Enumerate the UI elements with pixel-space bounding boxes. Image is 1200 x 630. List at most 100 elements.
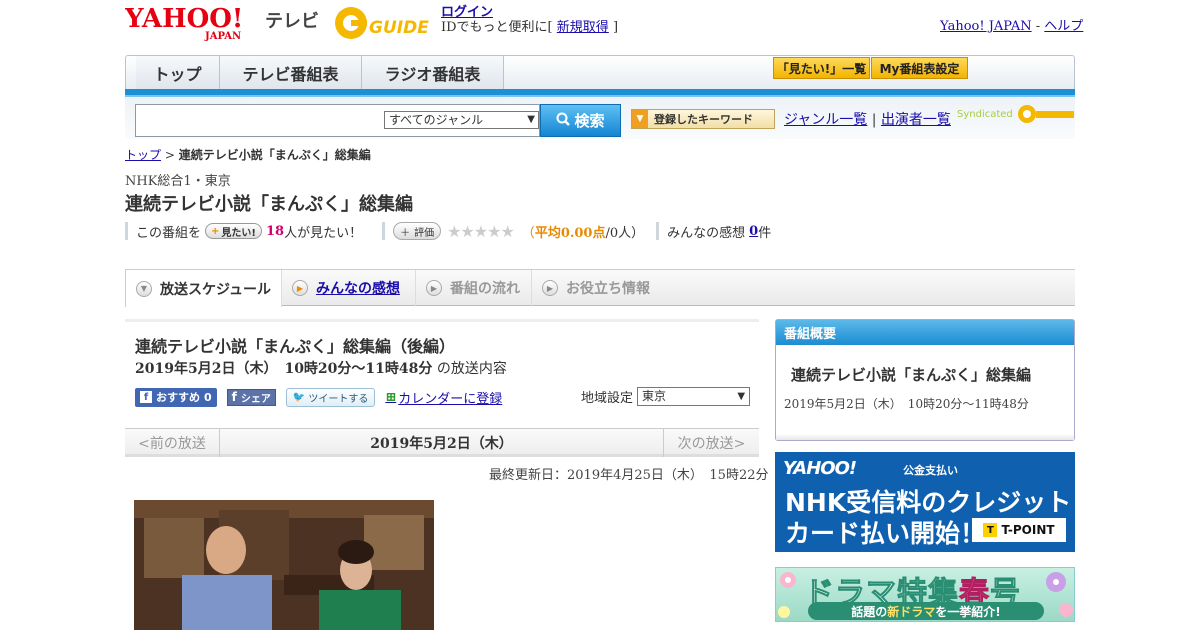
mitai-prefix: この番組を bbox=[136, 225, 202, 241]
avg-open: （ bbox=[521, 225, 535, 241]
ad-tag: 公金支払い bbox=[903, 464, 958, 477]
facebook-icon: f bbox=[140, 391, 152, 403]
episode-datetime: 2019年5月2日（木） 10時20分～11時48分 bbox=[135, 361, 433, 377]
rate-button[interactable]: ＋評価 bbox=[393, 222, 442, 240]
tpoint-badge: T T-POINT bbox=[972, 518, 1066, 542]
breadcrumb-sep: > bbox=[161, 148, 179, 162]
nhk-credit-ad-banner[interactable]: YAHOO! 公金支払い NHK受信料のクレジット カード払い開始！ T T-P… bbox=[775, 452, 1075, 552]
kansou-prefix: みんなの感想 bbox=[667, 225, 746, 241]
my-bangumi-button[interactable]: My番組表設定 bbox=[871, 57, 968, 79]
mitai-button[interactable]: + 見たい! bbox=[205, 223, 262, 239]
rate-button-label: 評価 bbox=[414, 227, 435, 239]
header-separator: - bbox=[1031, 19, 1045, 34]
search-button[interactable]: 検索 bbox=[540, 104, 621, 137]
rating-stars: ★★★★★ bbox=[447, 221, 515, 241]
chevron-down-icon: ▼ bbox=[737, 391, 746, 402]
recommend-label: おすすめ bbox=[156, 391, 200, 404]
nav-tab-top[interactable]: トップ bbox=[136, 56, 220, 90]
episode-title: 連続テレビ小説「まんぷく」総集編（後編） bbox=[135, 337, 456, 356]
tab-flow-label: 番組の流れ bbox=[450, 281, 520, 297]
help-link[interactable]: ヘルプ bbox=[1044, 19, 1083, 34]
yahoo-japan-link[interactable]: Yahoo! JAPAN bbox=[940, 19, 1032, 34]
syndicated-gguide-logo: Syndicated bbox=[957, 103, 1076, 125]
region-label: 地域設定 bbox=[581, 391, 634, 406]
facebook-icon: f bbox=[231, 390, 237, 404]
nav-tab-tv-listings[interactable]: テレビ番組表 bbox=[220, 56, 362, 90]
play-icon: ▶ bbox=[292, 280, 308, 296]
prev-broadcast-link[interactable]: <前の放送 bbox=[125, 429, 220, 457]
tab-schedule[interactable]: ▼ 放送スケジュール bbox=[125, 270, 282, 307]
ad-line-2: カード払い開始！ bbox=[785, 519, 986, 548]
gguide-logo[interactable]: GUIDE bbox=[333, 5, 433, 41]
region-value: 東京 bbox=[642, 389, 667, 403]
region-select[interactable]: 東京 ▼ bbox=[637, 387, 751, 406]
chevron-down-icon: ▼ bbox=[527, 114, 535, 125]
avg-score: 平均0.00点 bbox=[534, 225, 606, 241]
program-meta-row: この番組を + 見たい! 18 人が見たい！ ＋評価 ★★★★★ （平均0.00点… bbox=[125, 221, 771, 241]
mitai-suffix: 人が見たい！ bbox=[284, 225, 363, 241]
channel-name: NHK総合1・東京 bbox=[125, 174, 231, 189]
calendar-link[interactable]: ⊞ カレンダーに登録 bbox=[385, 388, 502, 407]
genre-list-link[interactable]: ジャンル一覧 bbox=[784, 112, 867, 128]
divider bbox=[125, 222, 128, 240]
login-link[interactable]: ログイン bbox=[441, 5, 493, 20]
yahoo-japan-logo[interactable]: YAHOO! JAPAN bbox=[124, 4, 261, 42]
link-pipe: | bbox=[871, 112, 877, 128]
mitai-list-button[interactable]: 「見たい!」一覧 bbox=[773, 57, 870, 79]
nav-tab-radio-listings[interactable]: ラジオ番組表 bbox=[362, 56, 504, 90]
drama-special-ad-banner[interactable]: ドラマ特集春号 話題の 新ドラマ を一挙紹介! bbox=[775, 567, 1075, 622]
avg-people: /0人） bbox=[605, 225, 645, 241]
register-link[interactable]: 新規取得 bbox=[557, 20, 609, 35]
plus-icon: + bbox=[211, 225, 220, 237]
tab-flow: ▶ 番組の流れ bbox=[416, 270, 532, 306]
social-row: f おすすめ 0 f シェア 🐦 ツイートする ⊞ カレンダーに登録 bbox=[135, 387, 502, 407]
program-tabs: ▼ 放送スケジュール ▶ みんなの感想 ▶ 番組の流れ ▶ お役立ち情報 bbox=[125, 269, 1075, 307]
tweet-label: ツイートする bbox=[308, 393, 369, 405]
login-block: ログイン IDでもっと便利に[ 新規取得 ] bbox=[441, 5, 618, 35]
facebook-recommend-button[interactable]: f おすすめ 0 bbox=[135, 387, 217, 407]
divider bbox=[382, 222, 386, 240]
recommend-count: 0 bbox=[204, 390, 212, 404]
calendar-add-icon: ⊞ bbox=[385, 389, 397, 405]
next-broadcast-link[interactable]: 次の放送> bbox=[663, 429, 759, 457]
yahoo-ad-logo: YAHOO! bbox=[783, 458, 857, 479]
breadcrumb-top-link[interactable]: トップ bbox=[125, 148, 161, 162]
mitai-button-label: 見たい! bbox=[221, 227, 256, 239]
summary-header: 番組概要 bbox=[776, 320, 1074, 345]
tv-label[interactable]: テレビ bbox=[265, 7, 319, 33]
tweet-button[interactable]: 🐦 ツイートする bbox=[285, 387, 376, 407]
current-broadcast-date: 2019年5月2日（木） bbox=[370, 436, 513, 452]
gguide-small-logo bbox=[1017, 105, 1074, 123]
tab-kansou[interactable]: ▶ みんなの感想 bbox=[282, 270, 416, 306]
facebook-share-button[interactable]: f シェア bbox=[226, 388, 276, 406]
tpoint-label: T-POINT bbox=[1001, 523, 1055, 537]
search-button-label: 検索 bbox=[574, 112, 605, 130]
play-icon: ▶ bbox=[542, 280, 558, 296]
drama-ad-sub-a: 話題の bbox=[851, 604, 888, 619]
region-setting: 地域設定 東京 ▼ bbox=[581, 387, 751, 406]
dropdown-icon: ▼ bbox=[632, 110, 648, 128]
login-suffix: ] bbox=[612, 20, 619, 35]
performer-list-link[interactable]: 出演者一覧 bbox=[881, 112, 951, 128]
registered-keyword-button[interactable]: ▼ 登録したキーワード bbox=[631, 109, 775, 129]
summary-title: 連続テレビ小説「まんぷく」総集編 bbox=[791, 366, 1032, 384]
tab-info-label: お役立ち情報 bbox=[566, 281, 650, 297]
search-links: ジャンル一覧 | 出演者一覧 bbox=[784, 109, 951, 129]
registered-keyword-label: 登録したキーワード bbox=[654, 113, 753, 126]
twitter-icon: 🐦 bbox=[292, 391, 306, 403]
genre-select[interactable]: すべてのジャンル ▼ bbox=[384, 111, 539, 129]
kansou-count-link[interactable]: 0 bbox=[749, 224, 758, 239]
genre-selected: すべてのジャンル bbox=[389, 113, 484, 127]
drama-ad-sub-b: 新ドラマ bbox=[887, 604, 936, 619]
episode-date-line: 2019年5月2日（木） 10時20分～11時48分 の放送内容 bbox=[135, 358, 507, 378]
syndicated-text: Syndicated bbox=[957, 109, 1013, 120]
mitai-count: 18 bbox=[265, 223, 285, 239]
drama-ad-sub-c: を一挙紹介! bbox=[935, 604, 1001, 619]
summary-footer bbox=[776, 434, 1074, 440]
chevron-down-icon: ▼ bbox=[136, 280, 152, 297]
yahoo-logo-text: YAHOO! bbox=[125, 5, 243, 34]
kansou-suffix: 件 bbox=[758, 225, 772, 241]
tpoint-icon: T bbox=[983, 523, 998, 537]
search-icon bbox=[556, 112, 571, 130]
divider bbox=[656, 222, 660, 240]
